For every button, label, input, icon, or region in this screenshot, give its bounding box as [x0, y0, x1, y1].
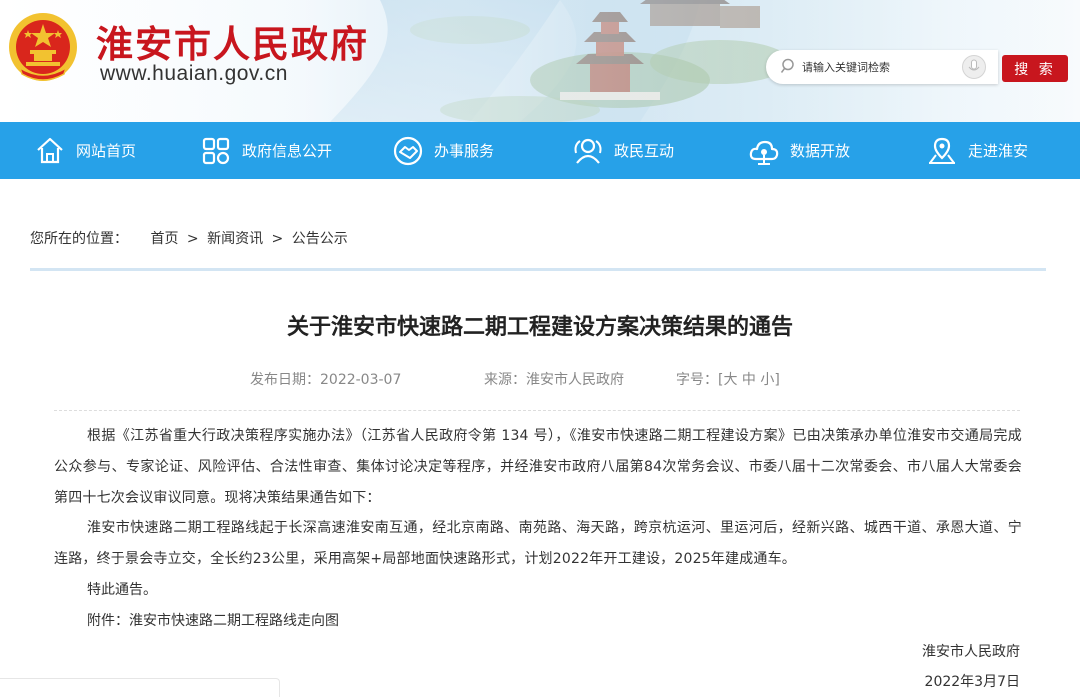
breadcrumb: 您所在的位置： 首页 > 新闻资讯 > 公告公示 [30, 228, 348, 248]
grid-icon [202, 137, 230, 164]
article-paragraph: 根据《江苏省重大行政决策程序实施办法》（江苏省人民政府令第 134 号），《淮安… [54, 428, 1022, 506]
site-url: www.huaian.gov.cn [100, 62, 288, 85]
publish-date: 发布日期：2022-03-07 [250, 372, 402, 388]
nav-label: 政府信息公开 [242, 142, 333, 160]
breadcrumb-link-notices[interactable]: 公告公示 [292, 231, 348, 247]
article-title: 关于淮安市快速路二期工程建设方案决策结果的通告 [286, 315, 793, 340]
attachment-link[interactable]: 附件：淮安市快速路二期工程路线走向图 [54, 606, 1022, 637]
nav-label: 网站首页 [76, 142, 137, 160]
breadcrumb-separator: > [271, 231, 284, 247]
cloud-data-icon [749, 140, 779, 165]
nav-label: 数据开放 [790, 142, 851, 160]
page-corner-divider [0, 678, 280, 697]
breadcrumb-separator: > [186, 231, 199, 247]
nav-item-services[interactable]: 办事服务 [392, 122, 494, 179]
map-pin-icon [929, 137, 955, 164]
nav-item-about-huaian[interactable]: 走进淮安 [926, 122, 1028, 179]
search-icon [780, 58, 794, 73]
article-paragraph: 淮安市快速路二期工程路线起于长深高速淮安南互通，经北京南路、南苑路、海天路，跨京… [54, 520, 1022, 567]
search-box [766, 50, 998, 84]
breadcrumb-divider [30, 268, 1046, 271]
nav-item-interaction[interactable]: 政民互动 [572, 122, 674, 179]
site-title: 淮安市人民政府 [96, 23, 369, 66]
nav-item-home[interactable]: 网站首页 [34, 122, 136, 179]
main-nav: 网站首页 政府信息公开 办事服务 政民互动 数据开放 走进淮安 [0, 122, 1080, 179]
site-header: 淮安市人民政府 www.huaian.gov.cn 搜 索 [0, 0, 1080, 122]
article-paragraph: 特此通告。 [87, 582, 157, 598]
signature-org: 淮安市人民政府 [922, 644, 1020, 660]
nav-item-gov-info[interactable]: 政府信息公开 [200, 122, 332, 179]
home-icon [37, 137, 63, 163]
nav-item-open-data[interactable]: 数据开放 [748, 122, 850, 179]
nav-label: 办事服务 [434, 142, 495, 160]
handshake-icon [393, 136, 423, 165]
people-icon [574, 138, 602, 164]
national-emblem-logo [9, 13, 77, 81]
nav-label: 走进淮安 [968, 142, 1029, 160]
signature-date: 2022年3月7日 [924, 674, 1020, 690]
breadcrumb-link-home[interactable]: 首页 [150, 231, 178, 247]
font-size-selector[interactable]: 字号：[大 中 小] [676, 369, 780, 389]
search-input[interactable] [802, 56, 952, 78]
nav-label: 政民互动 [614, 142, 675, 160]
article-source: 来源：淮安市人民政府 [484, 372, 624, 388]
breadcrumb-link-news[interactable]: 新闻资讯 [207, 231, 263, 247]
search-button[interactable]: 搜 索 [1002, 55, 1068, 82]
meta-divider [54, 410, 1020, 411]
voice-search-icon[interactable] [962, 55, 986, 79]
breadcrumb-prefix: 您所在的位置： [30, 231, 128, 247]
